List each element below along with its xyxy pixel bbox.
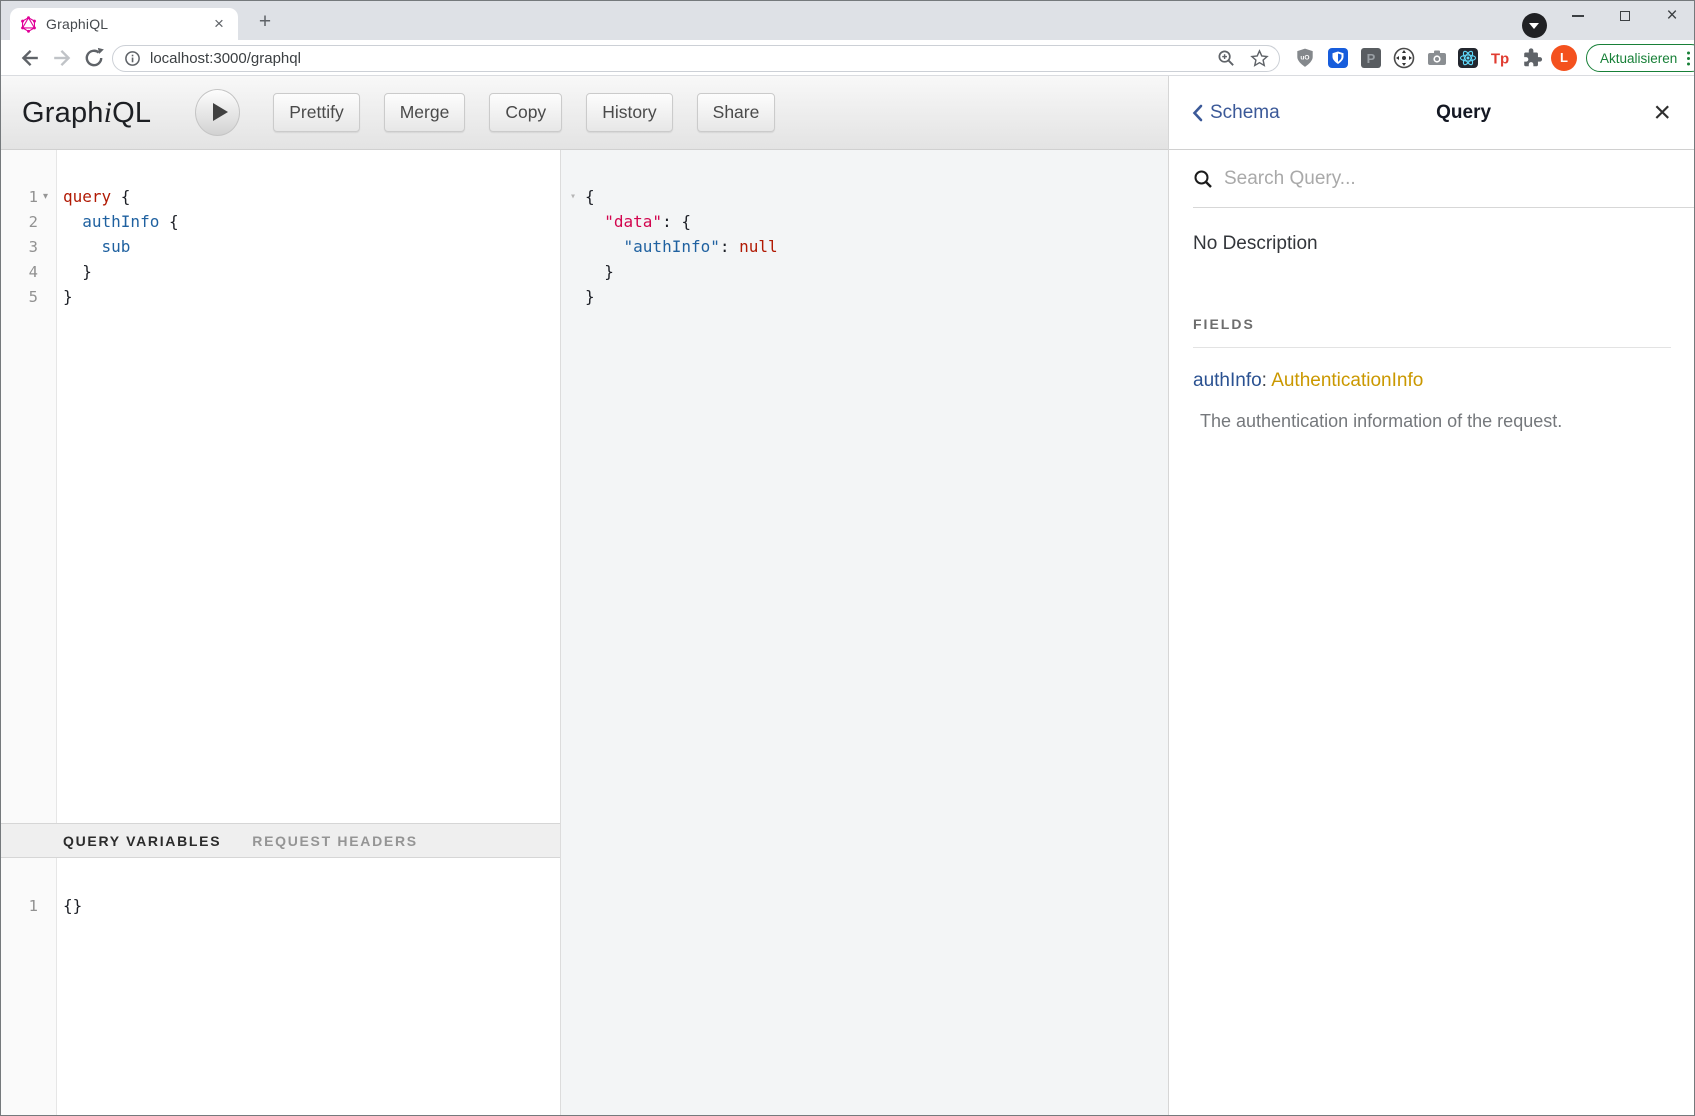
graphiql-logo: GraphiQL <box>22 96 151 130</box>
doc-search <box>1193 150 1695 208</box>
chrome-update-badge-icon[interactable] <box>1522 13 1547 38</box>
response-line: "authInfo": null <box>561 234 1168 259</box>
doc-fields-divider <box>1193 347 1671 348</box>
doc-field-colon: : <box>1262 370 1272 391</box>
doc-field-description: The authentication information of the re… <box>1200 411 1671 432</box>
new-tab-button[interactable]: + <box>252 10 278 36</box>
execute-query-button[interactable] <box>195 89 240 136</box>
code-line[interactable]: } <box>63 284 560 309</box>
p-extension-icon[interactable]: P <box>1360 47 1382 69</box>
doc-body: No Description FIELDS authInfo: Authenti… <box>1169 233 1695 432</box>
tab-request-headers[interactable]: REQUEST HEADERS <box>252 833 418 849</box>
chrome-update-label: Aktualisieren <box>1600 51 1677 66</box>
response-line: "data": { <box>561 209 1168 234</box>
toolbar-button-share[interactable]: Share <box>697 93 776 132</box>
ublock-shield-icon[interactable]: uO <box>1294 47 1316 69</box>
toolbar-button-copy[interactable]: Copy <box>489 93 562 132</box>
window-close-button[interactable]: × <box>1650 2 1694 30</box>
screenshot-camera-icon[interactable] <box>1426 47 1448 69</box>
graphiql-toolbar-buttons: Prettify Merge Copy History Share <box>273 93 775 132</box>
fold-arrow-empty <box>561 284 585 309</box>
graphiql-topbar: GraphiQL Prettify Merge Copy History Share <box>0 76 1168 150</box>
reload-icon[interactable] <box>82 46 106 70</box>
toolbar-button-merge[interactable]: Merge <box>384 93 466 132</box>
fold-arrow-empty <box>561 234 585 259</box>
browser-tab[interactable]: GraphiQL × <box>10 8 238 40</box>
tp-extension-icon[interactable]: Tp <box>1489 47 1511 69</box>
extensions-puzzle-icon[interactable] <box>1521 47 1543 69</box>
doc-panel-title: Query <box>1280 102 1648 124</box>
code-line[interactable]: authInfo { <box>63 209 560 234</box>
address-bar[interactable]: localhost:3000/graphql <box>112 45 1280 72</box>
forward-icon[interactable] <box>50 46 74 70</box>
window-minimize-button[interactable] <box>1556 2 1600 30</box>
fold-arrow-empty <box>561 209 585 234</box>
doc-explorer-header: Schema Query × <box>1169 76 1695 150</box>
code-line[interactable]: {} <box>63 893 560 918</box>
fold-arrow-icon[interactable]: ▾ <box>38 191 53 202</box>
fold-arrow-icon[interactable]: ▾ <box>561 184 585 209</box>
response-viewer[interactable]: ▾{ "data": { "authInfo": null }} <box>560 150 1168 1116</box>
chrome-update-button[interactable]: Aktualisieren <box>1586 44 1695 72</box>
move-crosshair-icon[interactable] <box>1393 47 1415 69</box>
svg-text:Tp: Tp <box>1491 51 1509 68</box>
zoom-icon[interactable] <box>1217 49 1236 68</box>
fold-arrow-empty <box>561 259 585 284</box>
response-line: } <box>561 284 1168 309</box>
code-line[interactable]: query { <box>63 184 560 209</box>
tab-query-variables[interactable]: QUERY VARIABLES <box>63 833 221 849</box>
bookmark-star-icon[interactable] <box>1250 49 1269 68</box>
tab-close-icon[interactable]: × <box>210 15 228 33</box>
query-editor[interactable]: 1▾2345 query { authInfo { sub }} <box>0 150 560 823</box>
profile-avatar[interactable]: L <box>1551 45 1577 71</box>
back-icon[interactable] <box>18 46 42 70</box>
bitwarden-icon[interactable] <box>1327 47 1349 69</box>
doc-field-row: authInfo: AuthenticationInfo <box>1193 370 1671 392</box>
doc-search-input[interactable] <box>1224 168 1671 190</box>
doc-back-label: Schema <box>1210 102 1280 124</box>
toolbar-button-prettify[interactable]: Prettify <box>273 93 359 132</box>
variables-editor-gutter: 1 <box>0 858 57 1115</box>
search-icon <box>1193 169 1213 189</box>
window-maximize-button[interactable] <box>1603 2 1647 30</box>
doc-back-link[interactable]: Schema <box>1192 102 1280 124</box>
query-variables-editor[interactable]: 1 {} <box>0 858 560 1115</box>
doc-fields-header: FIELDS <box>1193 316 1671 332</box>
code-line[interactable]: } <box>63 259 560 284</box>
chevron-left-icon <box>1192 104 1203 122</box>
code-line[interactable]: sub <box>63 234 560 259</box>
variables-tab-bar: QUERY VARIABLES REQUEST HEADERS <box>0 823 560 858</box>
graphql-favicon-icon <box>20 16 37 33</box>
address-bar-url[interactable]: localhost:3000/graphql <box>150 50 1217 67</box>
query-editor-code[interactable]: query { authInfo { sub }} <box>58 150 560 309</box>
doc-explorer-panel: Schema Query × No Description FIELDS aut… <box>1168 76 1695 1116</box>
query-editor-gutter: 1▾2345 <box>0 150 57 823</box>
tab-title: GraphiQL <box>46 16 210 32</box>
variables-editor-code[interactable]: {} <box>58 858 560 918</box>
site-info-icon[interactable] <box>124 50 141 67</box>
play-icon <box>213 103 228 121</box>
doc-field-type-link[interactable]: AuthenticationInfo <box>1271 370 1423 391</box>
svg-text:uO: uO <box>1300 55 1309 62</box>
react-devtools-icon[interactable] <box>1457 47 1479 69</box>
response-line: } <box>561 259 1168 284</box>
response-code: ▾{ "data": { "authInfo": null }} <box>561 184 1168 309</box>
toolbar-button-history[interactable]: History <box>586 93 672 132</box>
doc-no-description: No Description <box>1193 233 1671 255</box>
doc-close-icon[interactable]: × <box>1653 103 1671 123</box>
browser-tab-strip: GraphiQL × + × <box>0 0 1695 40</box>
response-line: ▾{ <box>561 184 1168 209</box>
doc-field-name-link[interactable]: authInfo <box>1193 370 1262 391</box>
svg-text:P: P <box>1367 51 1376 66</box>
browser-menu-icon[interactable] <box>1687 57 1690 60</box>
